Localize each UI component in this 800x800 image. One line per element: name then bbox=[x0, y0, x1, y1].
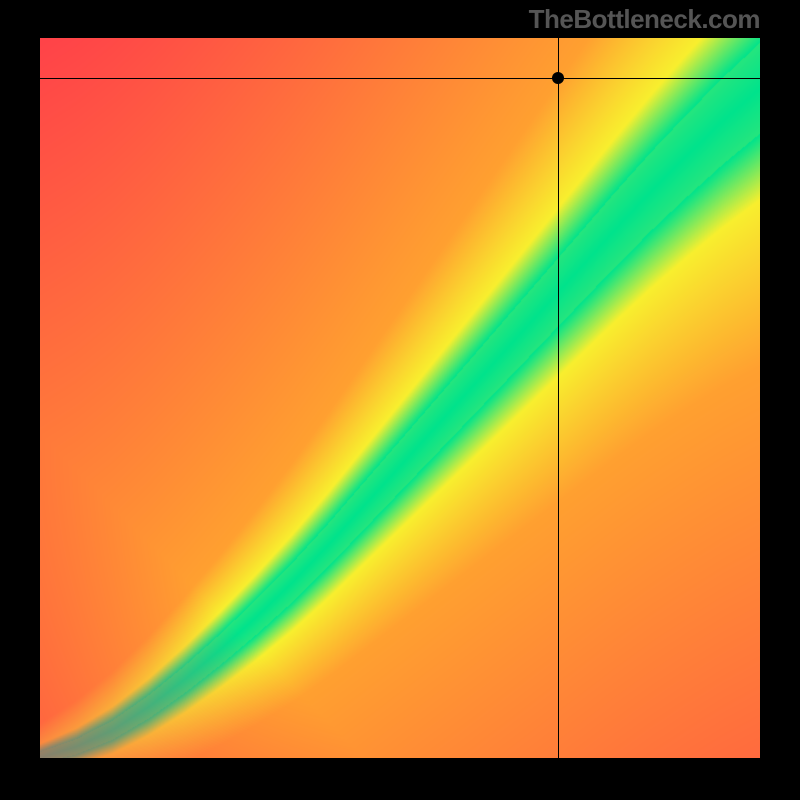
watermark-text: TheBottleneck.com bbox=[529, 4, 760, 35]
heatmap-canvas bbox=[40, 38, 760, 758]
chart-container: TheBottleneck.com bbox=[0, 0, 800, 800]
crosshair-horizontal bbox=[40, 78, 760, 79]
plot-frame bbox=[40, 38, 760, 758]
selection-marker bbox=[552, 72, 564, 84]
crosshair-vertical bbox=[558, 38, 559, 758]
